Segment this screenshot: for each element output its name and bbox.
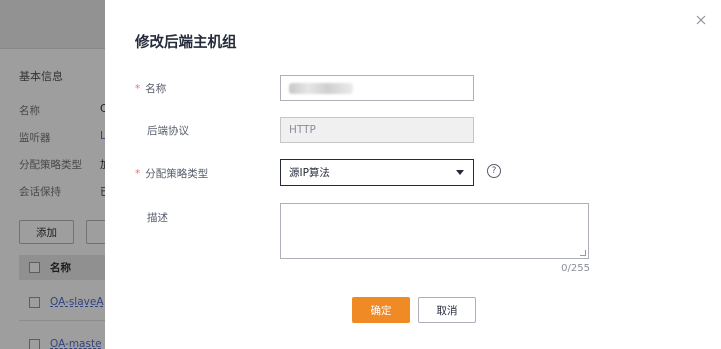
edit-backend-group-dialog: 修改后端主机组 * 名称 后端协议 HTTP * 分配策略类型 源IP算法 ? 描述…: [105, 0, 721, 349]
cancel-button[interactable]: 取消: [418, 297, 476, 323]
resize-handle[interactable]: [580, 250, 586, 256]
backend-protocol-field: HTTP: [280, 117, 474, 143]
obscured-value: [289, 82, 353, 94]
policy-type-label: * 分配策略类型: [135, 168, 209, 180]
question-icon[interactable]: ?: [487, 164, 501, 178]
required-mark: *: [135, 168, 141, 180]
policy-type-selected: 源IP算法: [289, 167, 330, 179]
char-counter: 0/255: [561, 263, 590, 274]
name-label: * 名称: [135, 83, 167, 95]
policy-type-select[interactable]: 源IP算法: [280, 159, 474, 186]
backend-protocol-value: HTTP: [289, 124, 316, 136]
description-textarea[interactable]: [280, 203, 589, 259]
dialog-title: 修改后端主机组: [135, 35, 237, 51]
required-mark: *: [135, 83, 141, 95]
chevron-down-icon: [456, 170, 464, 175]
description-label: 描述: [147, 212, 168, 224]
close-icon[interactable]: [693, 12, 709, 28]
name-input[interactable]: [280, 75, 474, 101]
confirm-button[interactable]: 确定: [352, 297, 410, 323]
backend-protocol-label: 后端协议: [147, 125, 189, 137]
